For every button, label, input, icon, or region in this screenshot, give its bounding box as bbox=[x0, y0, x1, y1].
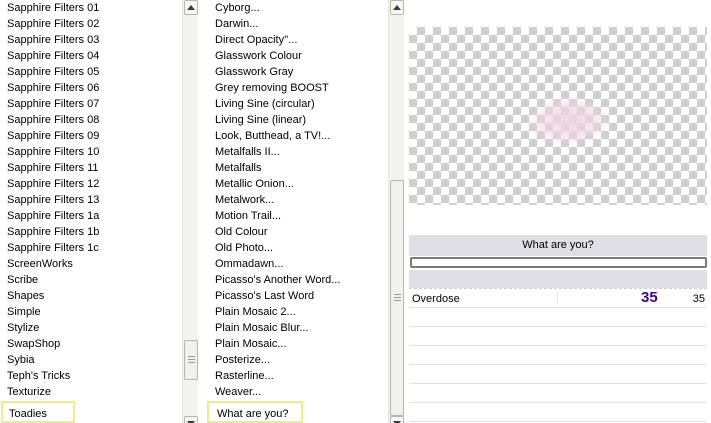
scroll-thumb[interactable] bbox=[390, 180, 404, 416]
category-item[interactable]: Texturize bbox=[0, 384, 182, 400]
filter-title-bar: What are you? bbox=[409, 235, 707, 256]
scroll-down-button[interactable] bbox=[184, 416, 198, 423]
filter-list[interactable]: Cyborg... Darwin... Direct Opacity''... … bbox=[206, 0, 388, 423]
control-header bbox=[409, 270, 707, 288]
scroll-thumb[interactable] bbox=[184, 340, 198, 380]
category-item[interactable]: Sapphire Filters 07 bbox=[0, 96, 182, 112]
scroll-up-button[interactable] bbox=[184, 0, 198, 15]
selection-highlight: Toadies bbox=[1, 401, 75, 423]
progress-bar bbox=[410, 257, 707, 268]
category-item[interactable]: Scribe bbox=[0, 272, 182, 288]
category-item[interactable]: Sapphire Filters 02 bbox=[0, 16, 182, 32]
category-item[interactable]: Sapphire Filters 01 bbox=[0, 0, 182, 16]
filter-item[interactable]: Metalfalls bbox=[206, 160, 388, 176]
scroll-down-button[interactable] bbox=[390, 416, 404, 423]
category-item[interactable]: Sapphire Filters 10 bbox=[0, 144, 182, 160]
category-item[interactable]: Sapphire Filters 11 bbox=[0, 160, 182, 176]
filter-item[interactable]: Cyborg... bbox=[206, 0, 388, 16]
filter-item[interactable]: Glasswork Gray bbox=[206, 64, 388, 80]
filter-item[interactable]: Look, Butthead, a TV!... bbox=[206, 128, 388, 144]
category-item[interactable]: Sapphire Filters 03 bbox=[0, 32, 182, 48]
category-item[interactable]: Sapphire Filters 1b bbox=[0, 224, 182, 240]
filter-item[interactable]: Grey removing BOOST bbox=[206, 80, 388, 96]
filter-list-panel: Cyborg... Darwin... Direct Opacity''... … bbox=[206, 0, 404, 423]
selected-filter-label: What are you? bbox=[217, 408, 289, 420]
filter-item[interactable]: Picasso's Last Word bbox=[206, 288, 388, 304]
category-item[interactable]: Sapphire Filters 12 bbox=[0, 176, 182, 192]
filter-item[interactable]: Ommadawn... bbox=[206, 256, 388, 272]
filter-title: What are you? bbox=[522, 239, 594, 251]
category-item[interactable]: Stylize bbox=[0, 320, 182, 336]
category-item[interactable]: Teph's Tricks bbox=[0, 368, 182, 384]
filter-item[interactable]: Glasswork Colour bbox=[206, 48, 388, 64]
filter-item[interactable]: Posterize... bbox=[206, 352, 388, 368]
filter-item[interactable]: Living Sine (linear) bbox=[206, 112, 388, 128]
category-item[interactable]: Sapphire Filters 1c bbox=[0, 240, 182, 256]
category-item[interactable]: Sapphire Filters 1a bbox=[0, 208, 182, 224]
param-row-empty bbox=[409, 308, 707, 327]
preview-glow bbox=[529, 97, 609, 145]
filter-item[interactable]: Metalfalls II... bbox=[206, 144, 388, 160]
param-divider bbox=[557, 292, 558, 304]
parameter-list: Overdose 35 35 bbox=[409, 288, 707, 423]
category-item[interactable]: SwapShop bbox=[0, 336, 182, 352]
filter-item[interactable]: Plain Mosaic 2... bbox=[206, 304, 388, 320]
filter-item[interactable]: Living Sine (circular) bbox=[206, 96, 388, 112]
filter-item[interactable]: Metallic Onion... bbox=[206, 176, 388, 192]
filter-item[interactable]: Weaver... bbox=[206, 384, 388, 400]
filter-item[interactable]: Rasterline... bbox=[206, 368, 388, 384]
filter-item[interactable]: Old Photo... bbox=[206, 240, 388, 256]
filter-item[interactable]: Direct Opacity''... bbox=[206, 32, 388, 48]
filter-item[interactable]: Darwin... bbox=[206, 16, 388, 32]
selected-category-label: Toadies bbox=[9, 408, 47, 420]
param-row-empty bbox=[409, 384, 707, 403]
category-item[interactable]: Simple bbox=[0, 304, 182, 320]
filter-item-selected[interactable]: What are you? bbox=[206, 400, 388, 423]
category-item[interactable]: Sapphire Filters 06 bbox=[0, 80, 182, 96]
preview-canvas[interactable] bbox=[409, 27, 707, 205]
category-list[interactable]: Sapphire Filters 01 Sapphire Filters 02 … bbox=[0, 0, 182, 423]
category-item[interactable]: Sapphire Filters 08 bbox=[0, 112, 182, 128]
filter-item[interactable]: Metalwork... bbox=[206, 192, 388, 208]
category-list-panel: Sapphire Filters 01 Sapphire Filters 02 … bbox=[0, 0, 198, 423]
param-row-empty bbox=[409, 327, 707, 346]
filter-item[interactable]: Picasso's Another Word... bbox=[206, 272, 388, 288]
selection-highlight: What are you? bbox=[207, 401, 303, 423]
param-value[interactable]: 35 bbox=[693, 292, 705, 306]
param-row-empty bbox=[409, 346, 707, 365]
category-item[interactable]: Sapphire Filters 04 bbox=[0, 48, 182, 64]
filter-item[interactable]: Old Colour bbox=[206, 224, 388, 240]
category-item-selected[interactable]: Toadies bbox=[0, 400, 182, 423]
filter-scrollbar[interactable] bbox=[388, 0, 404, 423]
category-item[interactable]: Sapphire Filters 05 bbox=[0, 64, 182, 80]
filter-item[interactable]: Motion Trail... bbox=[206, 208, 388, 224]
filter-item[interactable]: Plain Mosaic... bbox=[206, 336, 388, 352]
category-scrollbar[interactable] bbox=[182, 0, 198, 423]
category-item[interactable]: Shapes bbox=[0, 288, 182, 304]
scroll-up-button[interactable] bbox=[390, 0, 404, 15]
category-item[interactable]: ScreenWorks bbox=[0, 256, 182, 272]
param-row-overdose[interactable]: Overdose 35 35 bbox=[409, 288, 707, 308]
category-item[interactable]: Sybia bbox=[0, 352, 182, 368]
category-item[interactable]: Sapphire Filters 09 bbox=[0, 128, 182, 144]
arrow-up-icon bbox=[187, 5, 195, 10]
param-row-empty bbox=[409, 403, 707, 422]
category-item[interactable]: Sapphire Filters 13 bbox=[0, 192, 182, 208]
param-row-empty bbox=[409, 365, 707, 384]
param-label: Overdose bbox=[412, 293, 460, 305]
param-slider-value[interactable]: 35 bbox=[641, 290, 658, 306]
filter-item[interactable]: Plain Mosaic Blur... bbox=[206, 320, 388, 336]
arrow-up-icon bbox=[393, 5, 401, 10]
